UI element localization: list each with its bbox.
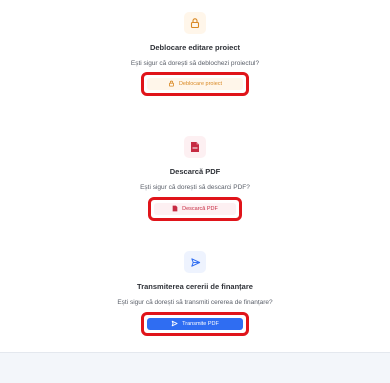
download-pdf-title: Descarcă PDF: [169, 167, 221, 176]
download-pdf-section: Descarcă PDF Ești sigur că dorești să de…: [0, 136, 390, 221]
download-pdf-highlight: Descarcă PDF: [148, 197, 242, 221]
download-pdf-button-label: Descarcă PDF: [182, 206, 218, 212]
unlock-highlight: Deblocare proiect: [141, 72, 249, 96]
transmit-pdf-button[interactable]: Transmite PDF: [147, 318, 243, 330]
lock-icon: [184, 12, 206, 34]
transmit-pdf-button-label: Transmite PDF: [182, 321, 219, 327]
download-pdf-description: Ești sigur că dorești să descarci PDF?: [140, 184, 250, 191]
unlock-title: Deblocare editare proiect: [149, 43, 241, 52]
submit-request-highlight: Transmite PDF: [141, 312, 249, 336]
send-icon: [184, 251, 206, 273]
footer-bar: [0, 352, 390, 383]
unlock-section: Deblocare editare proiect Ești sigur că …: [0, 12, 390, 96]
unlock-project-button[interactable]: Deblocare proiect: [147, 78, 243, 90]
submit-request-title: Transmiterea cererii de finanțare: [137, 282, 253, 291]
pdf-icon: [172, 205, 178, 214]
unlock-button-label: Deblocare proiect: [178, 81, 223, 87]
submit-request-description: Ești sigur că dorești să transmiti cerer…: [117, 299, 273, 306]
download-pdf-button[interactable]: Descarcă PDF: [154, 203, 236, 215]
submit-request-section: Transmiterea cererii de finanțare Ești s…: [0, 251, 390, 336]
lock-icon: [168, 80, 175, 89]
pdf-icon: [184, 136, 206, 158]
send-icon: [171, 320, 178, 329]
unlock-description: Ești sigur că dorești să deblochezi proi…: [130, 60, 260, 67]
dialog-content: Deblocare editare proiect Ești sigur că …: [0, 0, 390, 383]
